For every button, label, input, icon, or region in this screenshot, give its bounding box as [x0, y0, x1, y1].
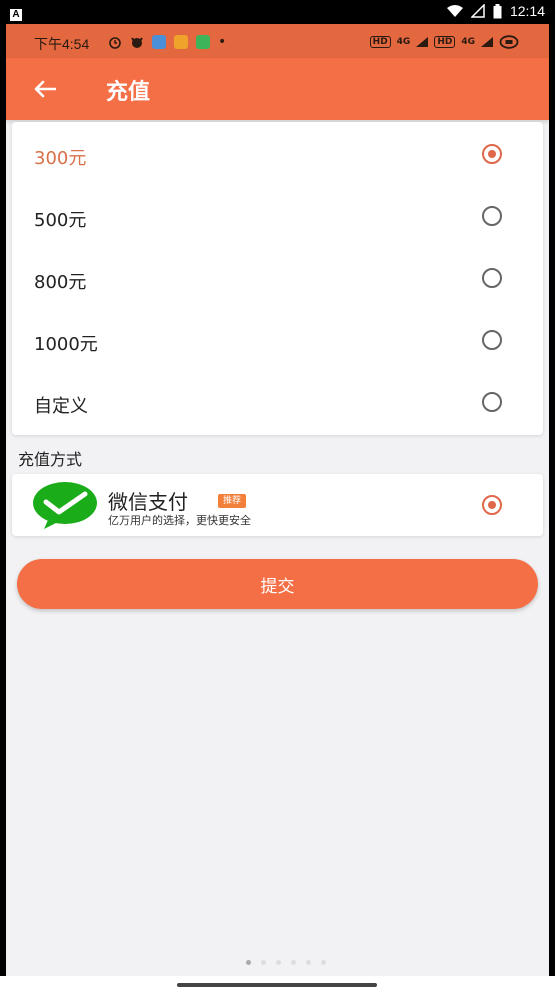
phone-app-icon	[196, 35, 210, 49]
amount-option-300[interactable]: 300元	[12, 124, 543, 186]
translate-app-icon	[152, 35, 166, 49]
navigation-bar	[0, 976, 555, 993]
inner-signal-icon	[416, 37, 429, 47]
inner-signal-2-icon	[481, 37, 493, 47]
page-title: 充值	[106, 80, 151, 105]
payment-section-title: 充值方式	[18, 450, 83, 469]
app-header: 充值	[6, 58, 549, 120]
more-notifications-dot: •	[218, 34, 227, 50]
signal-icon	[470, 4, 485, 18]
gesture-handle[interactable]	[177, 983, 377, 987]
submit-button[interactable]: 提交	[17, 559, 538, 609]
inner-status-bar: 下午4:54 • HD 4G HD 4G	[6, 24, 549, 58]
back-button[interactable]	[30, 74, 60, 104]
radio-unchecked-icon[interactable]	[482, 392, 502, 412]
page-dot	[246, 960, 251, 965]
hd-badge-2-icon: HD	[434, 36, 456, 48]
radio-checked-icon[interactable]	[482, 495, 502, 515]
tiger-app-icon	[174, 35, 188, 49]
radio-unchecked-icon[interactable]	[482, 268, 502, 288]
battery-icon	[493, 3, 502, 18]
payment-method-description: 亿万用户的选择，更快更安全	[108, 514, 251, 527]
network-type-2: 4G	[461, 37, 475, 47]
amount-label: 500元	[34, 210, 87, 231]
payment-method-wechat[interactable]: 微信支付 推荐 亿万用户的选择，更快更安全	[12, 474, 543, 536]
page-dot	[291, 960, 296, 965]
radio-unchecked-icon[interactable]	[482, 330, 502, 350]
wechat-logo-icon	[33, 482, 97, 529]
amount-option-800[interactable]: 800元	[12, 248, 543, 310]
network-type-1: 4G	[396, 37, 411, 47]
arrow-left-icon	[34, 80, 56, 98]
radio-unchecked-icon[interactable]	[482, 206, 502, 226]
page-indicator	[246, 960, 326, 965]
amount-option-1000[interactable]: 1000元	[12, 310, 543, 372]
wifi-icon	[446, 4, 463, 17]
inner-battery-icon	[499, 35, 519, 49]
recommended-badge: 推荐	[218, 494, 247, 508]
page-dot	[261, 960, 266, 965]
app-screen: 下午4:54 • HD 4G HD 4G 充值 300元 500元 800元 1…	[6, 24, 549, 976]
page-dot	[306, 960, 311, 965]
amount-label: 1000元	[34, 334, 98, 355]
page-dot	[321, 960, 326, 965]
system-status-bar: A 12:14	[0, 0, 555, 24]
hd-badge-icon: HD	[369, 36, 391, 48]
notification-a-icon: A	[10, 9, 22, 21]
amount-options-card: 300元 500元 800元 1000元 自定义	[12, 122, 543, 435]
amount-label: 800元	[34, 272, 87, 293]
amount-option-500[interactable]: 500元	[12, 186, 543, 248]
inner-time: 下午4:54	[34, 36, 90, 52]
amount-option-custom[interactable]: 自定义	[12, 372, 543, 434]
alarm-icon	[109, 37, 121, 49]
amount-label: 300元	[34, 148, 87, 169]
amount-label: 自定义	[34, 396, 88, 417]
radio-checked-icon[interactable]	[482, 144, 502, 164]
cat-app-icon	[131, 37, 143, 48]
payment-method-name: 微信支付	[108, 490, 188, 514]
system-time: 12:14	[509, 3, 545, 19]
page-dot	[276, 960, 281, 965]
